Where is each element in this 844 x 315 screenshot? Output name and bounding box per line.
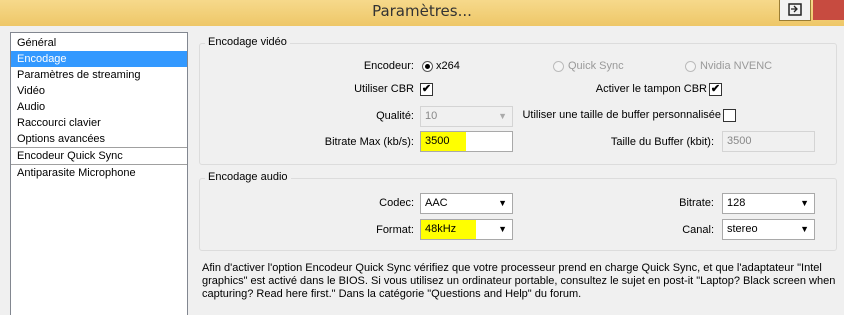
bitrate-max-input[interactable]: 3500: [420, 131, 513, 152]
sidebar-item-advanced[interactable]: Options avancées: [11, 131, 187, 147]
quick-sync-option-label[interactable]: Quick Sync: [568, 60, 624, 72]
sidebar-item-encoding[interactable]: Encodage: [11, 51, 187, 67]
chevron-down-icon: ▼: [800, 224, 809, 234]
x264-radio[interactable]: [422, 61, 433, 72]
cbr-padding-checkbox[interactable]: ✔: [709, 83, 722, 96]
quality-select[interactable]: 10 ▼: [420, 106, 513, 127]
window-title: Paramètres...: [372, 2, 472, 20]
buffer-size-input[interactable]: 3500: [722, 131, 815, 152]
audio-bitrate-value: 128: [727, 197, 746, 209]
audio-bitrate-label: Bitrate:: [679, 197, 714, 209]
buffer-size-value: 3500: [727, 135, 752, 147]
restore-button[interactable]: [779, 0, 811, 21]
chevron-down-icon: ▼: [498, 224, 507, 234]
buffer-size-label: Taille du Buffer (kbit):: [610, 136, 714, 148]
format-label: Format:: [376, 224, 414, 236]
bitrate-max-value: 3500: [425, 135, 450, 147]
use-cbr-label: Utiliser CBR: [354, 83, 414, 95]
custom-buffer-label: Utiliser une taille de buffer personnali…: [522, 109, 721, 121]
channel-label: Canal:: [682, 224, 714, 236]
bitrate-max-label: Bitrate Max (kb/s):: [324, 136, 414, 148]
chevron-down-icon: ▼: [498, 111, 507, 121]
use-cbr-checkbox[interactable]: ✔: [420, 83, 433, 96]
audio-encoding-group: [199, 178, 837, 251]
x264-option-label[interactable]: x264: [436, 60, 460, 72]
restore-icon: [788, 3, 802, 16]
channel-value: stereo: [727, 223, 758, 235]
sidebar-item-video[interactable]: Vidéo: [11, 83, 187, 99]
custom-buffer-checkbox[interactable]: [723, 109, 736, 122]
close-button[interactable]: [813, 0, 844, 20]
cbr-padding-label: Activer le tampon CBR: [595, 83, 707, 95]
codec-select[interactable]: AAC ▼: [420, 193, 513, 214]
sidebar-item-audio[interactable]: Audio: [11, 99, 187, 115]
quick-sync-info-text: Afin d'activer l'option Encodeur Quick S…: [202, 262, 836, 300]
title-bar: Paramètres...: [0, 0, 844, 26]
quick-sync-radio[interactable]: [553, 61, 564, 72]
audio-bitrate-select[interactable]: 128 ▼: [722, 193, 815, 214]
nvenc-option-label[interactable]: Nvidia NVENC: [700, 60, 772, 72]
encoder-label: Encodeur:: [363, 60, 414, 72]
codec-value: AAC: [425, 197, 448, 209]
channel-select[interactable]: stereo ▼: [722, 219, 815, 240]
video-encoding-title: Encodage vidéo: [205, 36, 290, 48]
format-value: 48kHz: [425, 223, 457, 235]
sidebar-item-general[interactable]: Général: [11, 35, 187, 51]
quality-label: Qualité:: [376, 110, 414, 122]
audio-encoding-title: Encodage audio: [205, 171, 291, 183]
sidebar-item-streaming[interactable]: Paramètres de streaming: [11, 67, 187, 83]
sidebar-item-hotkeys[interactable]: Raccourci clavier: [11, 115, 187, 131]
sidebar-item-quick-sync[interactable]: Encodeur Quick Sync: [11, 147, 187, 164]
sidebar-item-noise-gate[interactable]: Antiparasite Microphone: [11, 164, 187, 181]
settings-sidebar: Général Encodage Paramètres de streaming…: [10, 32, 188, 315]
codec-label: Codec:: [379, 197, 414, 209]
chevron-down-icon: ▼: [498, 198, 507, 208]
nvenc-radio[interactable]: [685, 61, 696, 72]
quality-value: 10: [425, 110, 438, 122]
format-select[interactable]: 48kHz ▼: [420, 219, 513, 240]
chevron-down-icon: ▼: [800, 198, 809, 208]
